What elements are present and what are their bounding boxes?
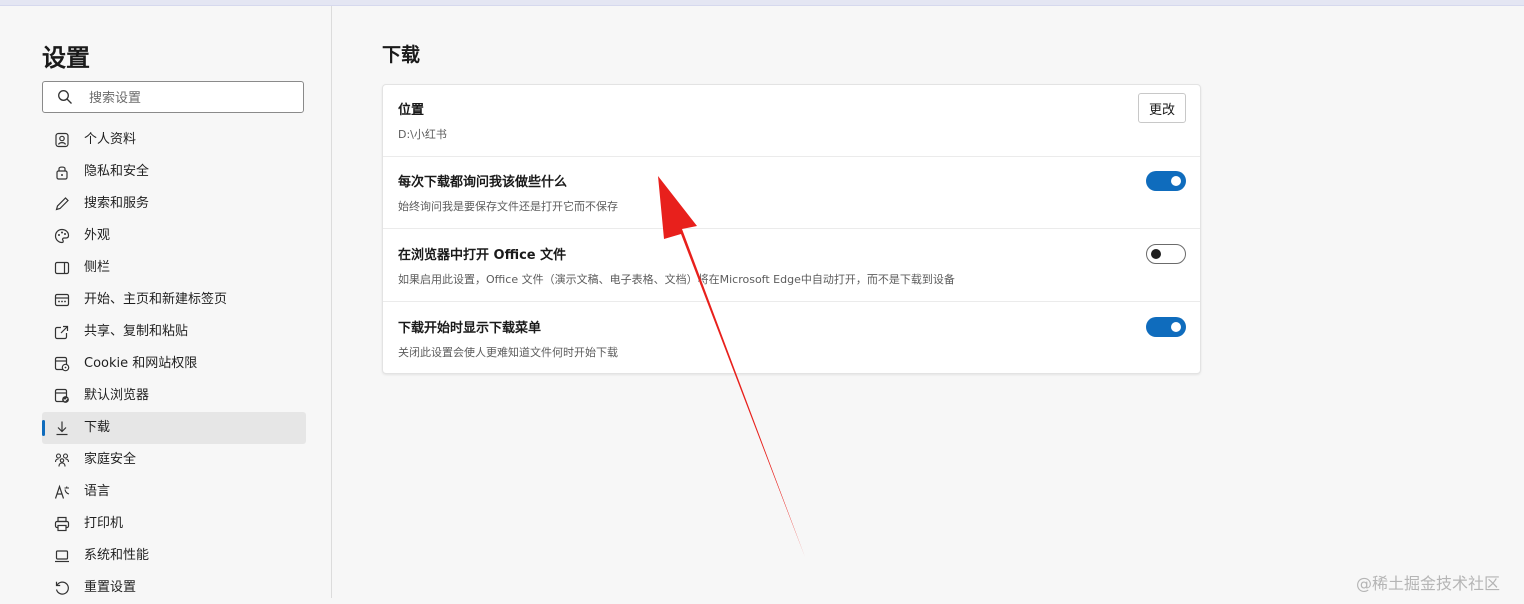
location-row: 位置 D:\小红书 更改 [383, 85, 1200, 157]
open-office-files-row: 在浏览器中打开 Office 文件 如果启用此设置，Office 文件（演示文稿… [383, 230, 1200, 302]
sidebar-item-downloads[interactable]: 下载 [42, 412, 306, 444]
sidebar-item-label: 默认浏览器 [84, 388, 150, 403]
sidebar-item-label: 下载 [84, 420, 111, 435]
sidebar-item-label: Cookie 和网站权限 [84, 356, 198, 371]
setting-title: 下载开始时显示下载菜单 [398, 321, 542, 336]
language-icon [54, 484, 70, 499]
sidebar-item-label: 重置设置 [84, 580, 137, 595]
sidebar-item-label: 语言 [84, 484, 111, 499]
downloads-settings-card: 位置 D:\小红书 更改 每次下载都询问我该做些什么 始终询问我是要保存文件还是… [382, 84, 1201, 374]
setting-title: 每次下载都询问我该做些什么 [398, 175, 568, 190]
sidebar-item-label: 家庭安全 [84, 452, 137, 467]
profile-icon [55, 132, 69, 148]
sidebar-item-label: 开始、主页和新建标签页 [84, 292, 228, 307]
reset-icon [55, 581, 69, 595]
family-icon [54, 453, 70, 467]
sidebar-item-label: 侧栏 [84, 260, 111, 275]
sidebar-item-reset-settings[interactable]: 重置设置 [42, 572, 306, 604]
show-downloads-menu-row: 下载开始时显示下载菜单 关闭此设置会使人更难知道文件何时开始下载 [383, 303, 1200, 375]
show-downloads-menu-toggle[interactable] [1146, 317, 1186, 337]
ask-each-download-toggle[interactable] [1146, 171, 1186, 191]
cookie-permissions-icon [54, 356, 70, 372]
sidebar-title: 设置 [42, 44, 90, 72]
sidebar-item-share-copy-paste[interactable]: 共享、复制和粘贴 [42, 316, 306, 348]
change-location-button[interactable]: 更改 [1138, 93, 1186, 123]
toggle-knob [1151, 249, 1161, 259]
download-icon [56, 421, 68, 436]
sidebar-item-label: 隐私和安全 [84, 164, 150, 179]
setting-description: 始终询问我是要保存文件还是打开它而不保存 [398, 200, 618, 213]
printer-icon [54, 516, 70, 532]
home-tabs-icon [54, 293, 70, 307]
sidebar-item-start-home-tabs[interactable]: 开始、主页和新建标签页 [42, 284, 306, 316]
default-browser-icon [54, 388, 69, 403]
ask-each-download-row: 每次下载都询问我该做些什么 始终询问我是要保存文件还是打开它而不保存 [383, 157, 1200, 229]
open-office-files-toggle[interactable] [1146, 244, 1186, 264]
pen-icon [55, 197, 69, 211]
sidebar-item-label: 搜索和服务 [84, 196, 150, 211]
sidebar-item-label: 打印机 [84, 516, 124, 531]
sidebar-item-label: 系统和性能 [84, 548, 150, 563]
sidebar-panel-icon [54, 261, 70, 275]
sidebar-item-label: 共享、复制和粘贴 [84, 324, 189, 339]
settings-sidebar: 设置 个人资料 隐私和安全 [0, 6, 332, 598]
search-icon [58, 90, 72, 104]
laptop-icon [55, 550, 69, 563]
sidebar-item-sidebar[interactable]: 侧栏 [42, 252, 306, 284]
location-title: 位置 [398, 103, 425, 118]
sidebar-item-family-safety[interactable]: 家庭安全 [42, 444, 306, 476]
toggle-knob [1171, 322, 1181, 332]
sidebar-item-system-performance[interactable]: 系统和性能 [42, 540, 306, 572]
location-path: D:\小红书 [398, 128, 447, 141]
share-icon [54, 325, 69, 340]
sidebar-item-label: 外观 [84, 228, 111, 243]
sidebar-item-printers[interactable]: 打印机 [42, 508, 306, 540]
sidebar-item-profile[interactable]: 个人资料 [42, 124, 306, 156]
toggle-knob [1171, 176, 1181, 186]
palette-icon [54, 228, 70, 244]
sidebar-item-appearance[interactable]: 外观 [42, 220, 306, 252]
setting-title: 在浏览器中打开 Office 文件 [398, 248, 567, 263]
setting-description: 关闭此设置会使人更难知道文件何时开始下载 [398, 346, 618, 359]
sidebar-item-cookies-permissions[interactable]: Cookie 和网站权限 [42, 348, 306, 380]
setting-description: 如果启用此设置，Office 文件（演示文稿、电子表格、文档）将在Microso… [398, 273, 955, 286]
sidebar-item-default-browser[interactable]: 默认浏览器 [42, 380, 306, 412]
settings-nav: 个人资料 隐私和安全 搜索和服务 外观 侧栏 开始、主页和新建标签页 共享、复制… [42, 124, 306, 604]
sidebar-item-label: 个人资料 [84, 132, 137, 147]
sidebar-item-privacy[interactable]: 隐私和安全 [42, 156, 306, 188]
watermark: @稀土掘金技术社区 [1356, 574, 1501, 593]
lock-icon [56, 166, 68, 180]
sidebar-item-languages[interactable]: 语言 [42, 476, 306, 508]
search-box[interactable] [42, 81, 304, 113]
page-title: 下载 [382, 44, 421, 66]
sidebar-item-search-services[interactable]: 搜索和服务 [42, 188, 306, 220]
search-input[interactable] [87, 87, 291, 109]
